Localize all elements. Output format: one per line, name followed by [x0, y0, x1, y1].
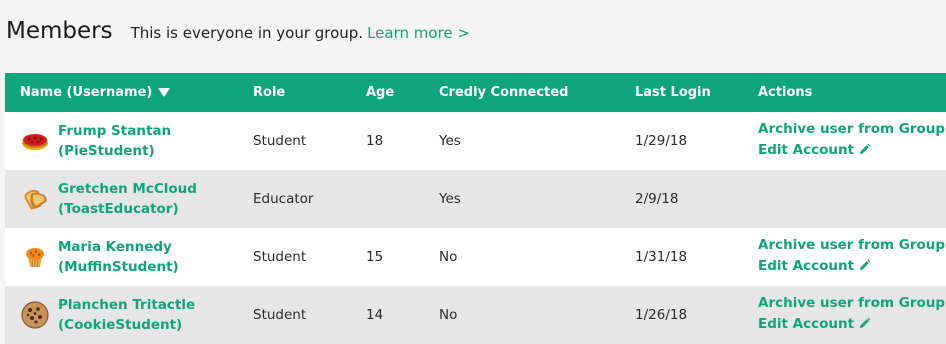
pencil-icon	[858, 316, 871, 337]
column-header-name-label: Name (Username)	[20, 85, 153, 100]
age-cell	[366, 170, 439, 228]
last-login-cell: 1/29/18	[635, 133, 688, 149]
actions-cell: Archive user from Group Edit Account	[758, 112, 946, 170]
actions-cell	[758, 170, 946, 228]
credly-cell: No	[439, 249, 458, 265]
column-header-role: Role	[253, 85, 286, 100]
page-title: Members	[6, 18, 113, 44]
age-cell: 14	[366, 307, 384, 323]
column-header-name[interactable]: Name (Username)	[5, 73, 253, 112]
credly-cell: No	[439, 307, 458, 323]
role-cell: Student	[253, 249, 307, 265]
learn-more-link[interactable]: Learn more >	[367, 24, 470, 42]
credly-cell: Yes	[439, 191, 461, 207]
column-header-age: Age	[366, 85, 395, 100]
age-cell: 15	[366, 249, 384, 265]
sort-caret-icon[interactable]	[158, 88, 171, 97]
edit-account-label: Edit Account	[758, 142, 855, 158]
role-cell: Student	[253, 307, 307, 323]
archive-user-link[interactable]: Archive user from Group	[758, 235, 946, 256]
pencil-icon	[858, 142, 871, 163]
role-cell: Student	[253, 133, 307, 149]
edit-account-link[interactable]: Edit Account	[758, 256, 946, 279]
user-username-link[interactable]: (ToastEducator)	[58, 199, 197, 219]
pie-icon	[19, 125, 51, 157]
archive-user-link[interactable]: Archive user from Group	[758, 119, 946, 140]
user-username-link[interactable]: (CookieStudent)	[58, 315, 195, 335]
last-login-cell: 1/26/18	[635, 307, 688, 323]
page-header: Members This is everyone in your group. …	[6, 18, 470, 44]
actions-cell: Archive user from Group Edit Account	[758, 286, 946, 344]
edit-account-link[interactable]: Edit Account	[758, 314, 946, 337]
age-cell: 18	[366, 133, 384, 149]
edit-account-label: Edit Account	[758, 316, 855, 332]
user-name-link[interactable]: Planchen Tritactle	[58, 295, 195, 315]
user-username-link[interactable]: (PieStudent)	[58, 141, 171, 161]
table-row: Gretchen McCloud (ToastEducator) Educato…	[5, 170, 946, 228]
column-header-credly: Credly Connected	[439, 85, 569, 100]
muffin-icon	[19, 241, 51, 273]
role-cell: Educator	[253, 191, 314, 207]
cookie-icon	[19, 299, 51, 331]
column-header-last-login: Last Login	[635, 85, 711, 100]
table-row: Planchen Tritactle (CookieStudent) Stude…	[5, 286, 946, 344]
actions-cell: Archive user from Group Edit Account	[758, 228, 946, 286]
edit-account-label: Edit Account	[758, 258, 855, 274]
table-row: Maria Kennedy (MuffinStudent) Student 15…	[5, 228, 946, 286]
user-username-link[interactable]: (MuffinStudent)	[58, 257, 179, 277]
table-row: Frump Stantan (PieStudent) Student 18 Ye…	[5, 112, 946, 170]
column-header-actions: Actions	[758, 85, 813, 100]
pencil-icon	[858, 258, 871, 279]
credly-cell: Yes	[439, 133, 461, 149]
user-name-link[interactable]: Gretchen McCloud	[58, 179, 197, 199]
user-name-link[interactable]: Maria Kennedy	[58, 237, 179, 257]
user-name-link[interactable]: Frump Stantan	[58, 121, 171, 141]
table-header-row: Name (Username) Role Age Credly Connecte…	[5, 73, 946, 112]
edit-account-link[interactable]: Edit Account	[758, 140, 946, 163]
last-login-cell: 2/9/18	[635, 191, 679, 207]
members-page: Members This is everyone in your group. …	[0, 0, 946, 344]
toast-icon	[19, 183, 51, 215]
members-table: Name (Username) Role Age Credly Connecte…	[5, 73, 946, 344]
last-login-cell: 1/31/18	[635, 249, 688, 265]
archive-user-link[interactable]: Archive user from Group	[758, 293, 946, 314]
page-subtitle: This is everyone in your group.	[130, 24, 364, 42]
